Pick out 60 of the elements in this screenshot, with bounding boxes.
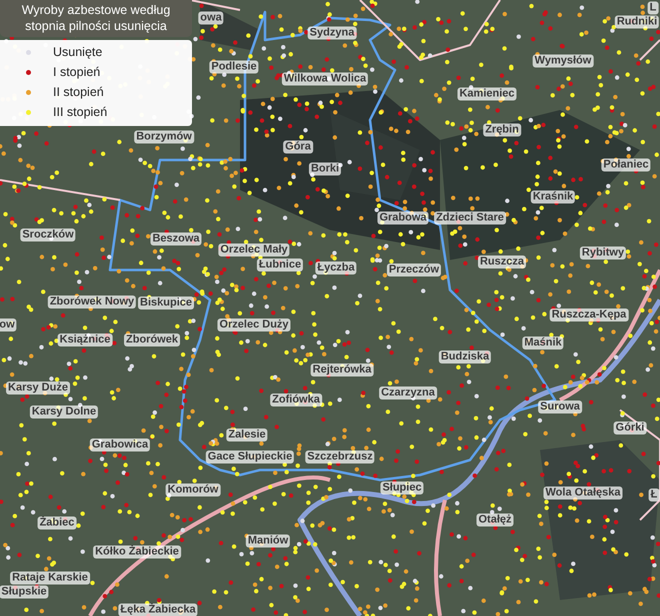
place-label: Grabowica <box>90 438 150 452</box>
place-label: Kółko Żabieckie <box>93 546 181 558</box>
place-label: Czarzyzna <box>379 386 437 400</box>
place-label: Łęka Żabiecka <box>118 604 198 616</box>
place-label: Szczebrzusz <box>305 450 375 464</box>
place-label: Zborówek Nowy <box>48 296 136 308</box>
legend-title: Wyroby azbestowe według stopnia pilności usunięcia <box>0 0 192 37</box>
place-label: Grabowa <box>377 212 429 224</box>
place-label: Książnice <box>58 334 112 346</box>
place-label: Ruszcza-Kępa <box>550 308 628 322</box>
place-label: Borzymów <box>134 130 194 144</box>
place-label: owa <box>198 12 224 24</box>
place-label: Orzelec Mały <box>218 244 290 256</box>
place-label: Sroczków <box>20 228 76 242</box>
place-label: Łubnice <box>256 258 304 272</box>
place-label: Maniów <box>246 534 290 548</box>
place-label: Surowa <box>538 400 582 414</box>
legend-label: III stopień <box>53 105 108 119</box>
place-label: Gace Słupieckie <box>206 450 294 464</box>
place-label: Rataje Karskie <box>10 572 90 584</box>
place-label: Rybitwy <box>580 246 626 260</box>
legend-label: Usunięte <box>53 45 102 59</box>
place-label: Słupiec <box>380 482 424 494</box>
place-label: Beszowa <box>150 232 202 246</box>
place-label: Kamieniec <box>457 88 517 100</box>
place-label: Borki <box>308 162 342 176</box>
place-label: Orzelec Duży <box>217 318 291 332</box>
place-label: Zborówek <box>124 334 180 346</box>
place-label: Zdzieci Stare <box>434 212 506 224</box>
place-label: Rejterówka <box>310 364 374 376</box>
place-label: Zofiówka <box>270 394 322 406</box>
place-label: Góra <box>283 140 313 154</box>
place-label: Komorów <box>166 484 220 496</box>
place-label: Sydzyna <box>308 26 356 40</box>
place-label: Wola Otałęska <box>544 486 622 500</box>
place-label: Podlesie <box>209 60 259 74</box>
place-label: Łyczba <box>315 262 357 274</box>
place-label: Otałęż <box>476 514 514 526</box>
place-label: Słupskie <box>0 586 49 598</box>
place-label: Maśnik <box>522 336 564 350</box>
place-label: Wilkowa Wolica <box>282 72 368 86</box>
place-label: Budziska <box>438 350 492 364</box>
place-label: Rudniki <box>614 16 660 28</box>
place-label: Ł <box>648 488 660 502</box>
legend-label: I stopień <box>53 65 100 79</box>
place-label: Karsy Duże <box>6 382 70 394</box>
legend-label: II stopień <box>53 85 104 99</box>
place-label: Karsy Dolne <box>30 406 98 418</box>
place-label: ow <box>0 318 17 332</box>
place-label: Zrębin <box>483 124 521 136</box>
place-label: Przeczów <box>386 264 442 276</box>
place-label: Biskupice <box>138 296 194 310</box>
place-label: Żabiec <box>38 516 76 530</box>
place-label: L <box>648 2 658 14</box>
place-label: Połaniec <box>601 158 651 172</box>
place-label: Zalesie <box>226 428 268 442</box>
place-label: Ruszcza <box>478 256 526 268</box>
place-label: Górki <box>614 422 646 434</box>
place-label: Wymysłów <box>532 54 594 68</box>
place-label: Kraśnik <box>530 190 576 204</box>
